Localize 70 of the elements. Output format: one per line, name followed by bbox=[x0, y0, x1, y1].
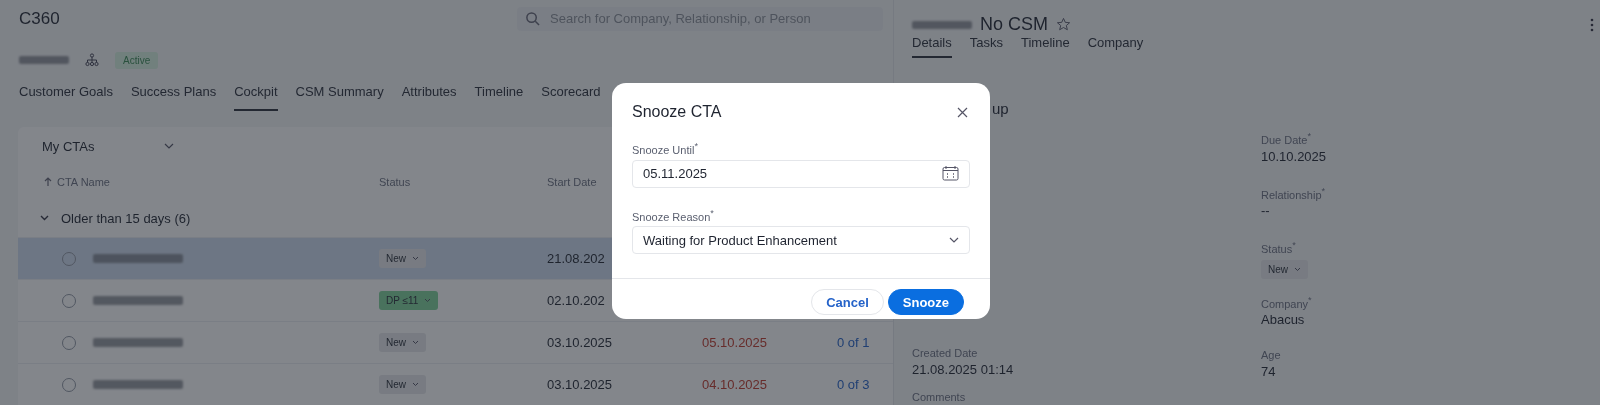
table-row[interactable]: New 03.10.2025 04.10.2025 0 of 3 bbox=[18, 363, 893, 405]
reason-dropdown[interactable]: Waiting for Product Enhancement bbox=[632, 226, 970, 255]
field-value: -- bbox=[1261, 203, 1270, 219]
close-icon[interactable] bbox=[957, 106, 968, 118]
status-chip[interactable]: New bbox=[1261, 259, 1308, 279]
search-icon[interactable] bbox=[525, 11, 540, 26]
redacted-name bbox=[912, 20, 972, 29]
caret-icon bbox=[412, 256, 419, 261]
table-cell: 03.10.2025 bbox=[547, 377, 613, 392]
tab[interactable]: Details bbox=[912, 35, 952, 58]
field-label: Relationship$^{*}$ bbox=[1261, 185, 1326, 201]
date-field[interactable]: 05.11.2025 bbox=[632, 159, 970, 188]
calendar-icon[interactable] bbox=[942, 166, 959, 182]
field-label: Status$^{*}$ bbox=[1261, 240, 1296, 255]
tab[interactable]: Scorecard bbox=[541, 84, 601, 111]
tasks-link[interactable]: 0 of 3 bbox=[837, 377, 870, 392]
chevron-icon[interactable] bbox=[40, 215, 49, 221]
field-label: Due Date$^{*}$ bbox=[1261, 131, 1312, 146]
field-value: 10.10.2025 bbox=[1261, 148, 1327, 164]
tasks-link[interactable]: 0 of 1 bbox=[837, 335, 870, 350]
chevron-icon bbox=[164, 143, 175, 149]
tab[interactable]: Success Plans bbox=[130, 84, 217, 111]
caret-icon bbox=[412, 382, 419, 387]
column-header[interactable]: CTA Name bbox=[57, 176, 110, 188]
tab[interactable]: CSM Summary bbox=[295, 84, 384, 111]
hierarchy-icon[interactable] bbox=[85, 53, 99, 68]
field-label: Company$^{*}$ bbox=[1261, 294, 1312, 310]
tab[interactable]: Attributes bbox=[401, 84, 457, 111]
table-cell: 21.08.202 bbox=[547, 251, 605, 266]
sort-arrow-icon[interactable] bbox=[44, 177, 52, 187]
field-label: Age bbox=[1261, 349, 1281, 361]
caret-icon bbox=[424, 298, 432, 303]
cancel-button[interactable]: Cancel bbox=[811, 289, 884, 316]
group-label: Older than 15 days (6) bbox=[61, 210, 191, 226]
status-chip[interactable]: New bbox=[379, 249, 426, 268]
snooze-button[interactable]: Snooze bbox=[887, 289, 964, 316]
tab[interactable]: Tasks bbox=[969, 35, 1003, 58]
app-title: C360 bbox=[19, 8, 60, 29]
field-label: Snooze Reason$^{*}$ bbox=[632, 207, 715, 223]
section-heading: up bbox=[992, 100, 1010, 117]
field-label: Comments bbox=[912, 391, 966, 403]
caret-icon bbox=[1294, 266, 1301, 272]
table-row[interactable]: New 03.10.2025 05.10.2025 0 of 1 bbox=[18, 321, 893, 363]
more-icon[interactable] bbox=[1590, 17, 1594, 32]
tab[interactable]: Customer Goals bbox=[19, 84, 113, 111]
status-chip[interactable]: DP ≤11 bbox=[379, 291, 439, 310]
caret-icon bbox=[412, 340, 419, 345]
field-value: Abacus bbox=[1261, 312, 1305, 328]
dialog-title: Snooze CTA bbox=[632, 103, 722, 121]
tab[interactable]: Timeline bbox=[474, 84, 524, 111]
chevron-icon[interactable] bbox=[949, 237, 959, 244]
star-icon[interactable] bbox=[1056, 17, 1071, 32]
redacted-logo bbox=[19, 56, 69, 65]
table-cell: 02.10.202 bbox=[547, 293, 605, 308]
cta-title: No CSM bbox=[980, 14, 1048, 35]
field-label: Snooze Until$^{*}$ bbox=[632, 141, 699, 156]
tab[interactable]: Timeline bbox=[1021, 35, 1070, 58]
field-label: Created Date bbox=[912, 347, 978, 359]
status-chip[interactable]: New bbox=[379, 333, 426, 352]
tab[interactable]: Cockpit bbox=[234, 84, 278, 111]
field-value: 74 bbox=[1261, 364, 1276, 379]
tab[interactable]: Company bbox=[1087, 35, 1144, 58]
table-cell: 04.10.2025 bbox=[702, 377, 768, 392]
column-header[interactable]: Status bbox=[379, 176, 547, 188]
field-value: 21.08.2025 01:14 bbox=[912, 362, 1014, 377]
table-cell: 05.10.2025 bbox=[702, 335, 768, 350]
table-cell: 03.10.2025 bbox=[547, 335, 613, 350]
status-chip[interactable]: New bbox=[379, 375, 426, 394]
view-dropdown[interactable]: My CTAs bbox=[18, 127, 182, 165]
status-badge: Active bbox=[115, 51, 159, 69]
